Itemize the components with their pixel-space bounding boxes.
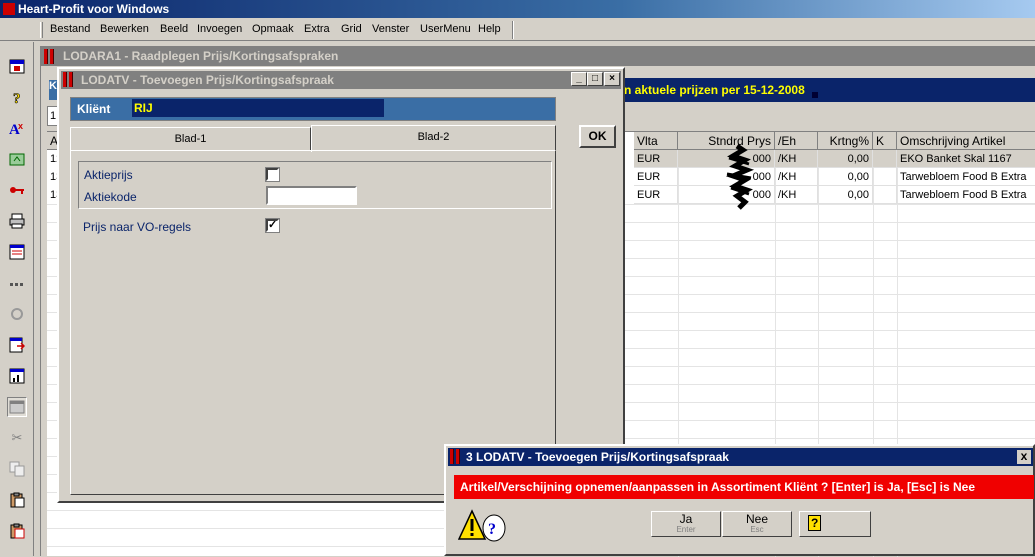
calendar-icon[interactable] [7, 56, 27, 76]
no-shortcut: Esc [750, 525, 764, 534]
tab-blad-1[interactable]: Blad-1 [70, 127, 311, 151]
client-bar: Kliënt RIJ [70, 97, 556, 121]
menu-grid[interactable]: Grid [341, 23, 362, 35]
scissors-icon[interactable]: ✂ [7, 428, 27, 448]
table-cell-k[interactable] [873, 168, 897, 186]
table-cell-vlta[interactable]: EUR [634, 150, 678, 168]
svg-text:?: ? [13, 91, 21, 105]
table-cell-omschrijving[interactable]: EKO Banket Skal 1167 [897, 150, 1035, 168]
client-label: Kliënt [77, 102, 111, 116]
vo-regels-checkbox[interactable]: ✓ [265, 218, 280, 233]
window-icon[interactable] [7, 397, 27, 417]
toevoegen-dialog: LODATV - Toevoegen Prijs/Kortingsafspraa… [57, 67, 625, 503]
menu-bar: Bestand Bewerken Beeld Invoegen Opmaak E… [0, 19, 1035, 41]
client-value[interactable]: RIJ [132, 99, 384, 117]
background-window-titlebar: LODARA1 - Raadplegen Prijs/Kortingsafspr… [41, 47, 1035, 66]
confirm-close-button[interactable]: x [1017, 450, 1031, 464]
table-cell-krtng[interactable]: 0,00 [818, 150, 873, 168]
yes-button[interactable]: Ja Enter [651, 511, 721, 537]
help-button-label: ? [808, 515, 822, 531]
confirm-message: Artikel/Verschijning opnemen/aanpassen i… [454, 475, 1034, 499]
table-cell-k[interactable] [873, 150, 897, 168]
chart-icon[interactable] [7, 366, 27, 386]
export-icon[interactable] [7, 335, 27, 355]
price-banner: n aktuele prijzen per 15-12-2008 [606, 78, 1035, 102]
table-cell-omschrijving[interactable]: Tarwebloem Food B Extra [897, 186, 1035, 204]
ok-button[interactable]: OK [579, 125, 616, 148]
paste-icon[interactable] [7, 490, 27, 510]
redbars-icon [63, 72, 77, 87]
table-cell-eh[interactable]: /KH [775, 150, 818, 168]
confirm-titlebar: 3 LODATV - Toevoegen Prijs/Kortingsafspr… [448, 448, 1033, 466]
table-cell-eh[interactable]: /KH [775, 186, 818, 204]
printer-icon[interactable] [7, 211, 27, 231]
refresh-icon[interactable] [7, 149, 27, 169]
left-toolbar: ? Ax ✂ [0, 42, 34, 556]
col-header-k[interactable]: K [873, 132, 897, 150]
menu-usermenu[interactable]: UserMenu [420, 23, 471, 35]
help-icon[interactable]: ? [7, 87, 27, 107]
app-title-bar: Heart-Profit voor Windows [0, 0, 1035, 18]
dialog-title: LODATV - Toevoegen Prijs/Kortingsafspraa… [81, 73, 334, 87]
dialog-titlebar: LODATV - Toevoegen Prijs/Kortingsafspraa… [61, 71, 621, 89]
banner-marker [812, 92, 818, 98]
menu-venster[interactable]: Venster [372, 23, 409, 35]
menu-bestand[interactable]: Bestand [50, 23, 90, 35]
table-cell-eh[interactable]: /KH [775, 168, 818, 186]
table-cell-krtng[interactable]: 0,00 [818, 168, 873, 186]
menu-extra[interactable]: Extra [304, 23, 330, 35]
warning-help-icon: ? [458, 509, 506, 542]
menu-grip [40, 22, 43, 38]
redbars-icon [450, 449, 464, 464]
form-icon[interactable] [7, 242, 27, 262]
confirm-dialog: 3 LODATV - Toevoegen Prijs/Kortingsafspr… [444, 444, 1035, 556]
tab-blad-2[interactable]: Blad-2 [311, 125, 556, 152]
table-cell-krtng[interactable]: 0,00 [818, 186, 873, 204]
background-window-title: LODARA1 - Raadplegen Prijs/Kortingsafspr… [63, 49, 339, 63]
clipboard-icon[interactable] [7, 521, 27, 541]
col-header-vlta[interactable]: Vlta [634, 132, 678, 150]
redaction-scribble [725, 144, 755, 210]
table-cell-omschrijving[interactable]: Tarwebloem Food B Extra [897, 168, 1035, 186]
menu-invoegen[interactable]: Invoegen [197, 23, 242, 35]
table-cell-vlta[interactable]: EUR [634, 186, 678, 204]
close-button[interactable]: × [604, 72, 620, 86]
app-title: Heart-Profit voor Windows [18, 2, 170, 16]
menu-help[interactable]: Help [478, 23, 501, 35]
yes-shortcut: Enter [676, 525, 696, 534]
vo-regels-label: Prijs naar VO-regels [83, 220, 192, 234]
aktiekode-label: Aktiekode [84, 190, 137, 204]
minimize-button[interactable]: _ [571, 72, 587, 86]
price-banner-text: n aktuele prijzen per 15-12-2008 [624, 83, 805, 97]
svg-text:?: ? [488, 521, 496, 538]
aktieprijs-checkbox[interactable] [265, 167, 280, 182]
menu-opmaak[interactable]: Opmaak [252, 23, 294, 35]
recycle-icon[interactable] [7, 304, 27, 324]
table-cell-k[interactable] [873, 186, 897, 204]
menu-beeld[interactable]: Beeld [160, 23, 188, 35]
col-header-krtng[interactable]: Krtng% [818, 132, 873, 150]
app-logo-icon [3, 3, 15, 15]
font-icon[interactable]: Ax [7, 118, 27, 138]
menu-bewerken[interactable]: Bewerken [100, 23, 149, 35]
table-cell-vlta[interactable]: EUR [634, 168, 678, 186]
col-header-eh[interactable]: /Eh [775, 132, 818, 150]
copy-icon[interactable] [7, 459, 27, 479]
no-label: Nee [745, 512, 768, 526]
key-icon[interactable] [7, 180, 27, 200]
aktiekode-field[interactable] [266, 186, 357, 205]
menu-separator [512, 21, 514, 39]
svg-text:x: x [18, 121, 23, 131]
dots-icon[interactable] [7, 273, 27, 293]
redbars-icon [44, 49, 58, 64]
col-header-omschrijving[interactable]: Omschrijving Artikel [897, 132, 1035, 150]
aktie-group: Aktieprijs Aktiekode [78, 161, 552, 209]
help-button[interactable]: ? [799, 511, 871, 537]
yes-label: Ja [679, 512, 693, 526]
maximize-button[interactable]: □ [587, 72, 603, 86]
no-button[interactable]: Nee Esc [722, 511, 792, 537]
confirm-title: 3 LODATV - Toevoegen Prijs/Kortingsafspr… [466, 450, 729, 464]
aktieprijs-label: Aktieprijs [84, 168, 133, 182]
